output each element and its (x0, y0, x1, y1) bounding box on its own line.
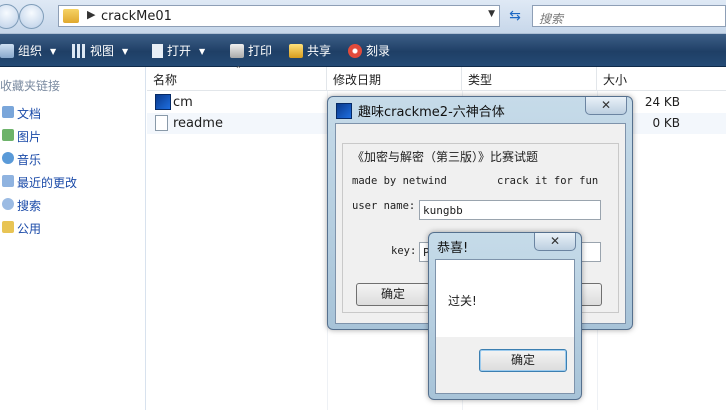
key-label: key: (391, 245, 417, 257)
search-placeholder: 搜索 (539, 12, 564, 26)
application-icon (155, 94, 171, 110)
views-icon (72, 44, 86, 58)
views-button[interactable]: 视图 ▼ (72, 42, 128, 59)
breadcrumb-chevron-icon: ▶ (87, 8, 96, 21)
user-name-input[interactable]: kungbb (419, 200, 601, 220)
chevron-down-icon: ▼ (199, 47, 206, 56)
close-button[interactable]: ✕ (534, 233, 576, 251)
message-text: 过关! (448, 294, 477, 308)
address-input[interactable]: ▶ crackMe01 ▼ (58, 5, 500, 27)
column-header-date[interactable]: 修改日期 (327, 67, 462, 91)
made-by-label: made by netwind (352, 175, 447, 187)
documents-icon (2, 106, 14, 118)
nav-item-recent[interactable]: 最近的更改 (0, 172, 140, 192)
folder-icon (63, 9, 79, 23)
chevron-down-icon[interactable]: ▼ (488, 9, 495, 19)
search-input[interactable]: 搜索 (532, 5, 726, 27)
command-bar: 组织 ▼ 视图 ▼ 打开 ▼ 打印 共享 刻录 (0, 34, 726, 67)
file-name: readme (173, 116, 223, 131)
contest-heading: 《加密与解密（第三版）》比赛试题 (352, 150, 539, 164)
text-document-icon (155, 115, 168, 131)
sort-ascending-icon: ⌃ (235, 65, 242, 74)
column-header-name[interactable]: ⌃ 名称 (147, 65, 327, 91)
pictures-icon (2, 129, 14, 141)
ok-button[interactable]: 确定 (356, 283, 430, 306)
nav-item-searches[interactable]: 搜索 (0, 195, 140, 215)
favorites-header: 收藏夹链接 (0, 79, 61, 93)
nav-item-pictures[interactable]: 图片 (0, 126, 140, 146)
forward-button[interactable] (19, 4, 44, 29)
search-icon (2, 198, 14, 210)
nav-item-music[interactable]: 音乐 (0, 149, 140, 169)
close-button[interactable]: ✕ (585, 97, 627, 115)
open-icon (152, 44, 163, 58)
nav-item-documents[interactable]: 文档 (0, 103, 140, 123)
window-title: 趣味crackme2-六神合体 (336, 101, 505, 120)
column-header-size[interactable]: 大小 (597, 67, 726, 91)
ok-button[interactable]: 确定 (479, 349, 567, 372)
navigation-pane: 收藏夹链接 文档 图片 音乐 最近的更改 搜索 公用 (0, 67, 146, 410)
share-button[interactable]: 共享 (289, 42, 331, 59)
message-area: 过关! (436, 260, 574, 337)
column-header-type[interactable]: 类型 (462, 67, 597, 91)
printer-icon (230, 44, 244, 58)
burn-disc-icon (348, 44, 362, 58)
breadcrumb-path[interactable]: crackMe01 (101, 9, 172, 24)
message-box-window: 恭喜! ✕ 过关! 确定 (428, 232, 582, 400)
file-name: cm (173, 95, 193, 110)
recent-changes-icon (2, 175, 14, 187)
message-box-title: 恭喜! (437, 241, 469, 256)
share-icon (289, 44, 303, 58)
open-button[interactable]: 打开 ▼ (152, 42, 205, 59)
application-icon (336, 103, 352, 119)
refresh-icon[interactable]: ⇆ (504, 6, 526, 26)
public-folder-icon (2, 221, 14, 233)
crack-it-label: crack it for fun (497, 175, 599, 187)
address-bar-region: ▶ crackMe01 ▼ ⇆ 搜索 (0, 0, 726, 34)
burn-button[interactable]: 刻录 (348, 42, 390, 59)
back-button[interactable] (0, 4, 19, 29)
file-size: 24 KB (644, 95, 680, 109)
user-name-label: user name: (352, 200, 416, 212)
chevron-down-icon: ▼ (122, 47, 129, 56)
chevron-down-icon: ▼ (50, 47, 57, 56)
organize-icon (0, 44, 14, 58)
organize-button[interactable]: 组织 ▼ (0, 42, 56, 59)
message-box-client: 过关! 确定 (435, 259, 575, 394)
music-icon (2, 152, 14, 164)
file-size: 0 KB (652, 116, 680, 130)
nav-item-public[interactable]: 公用 (0, 218, 140, 238)
print-button[interactable]: 打印 (230, 42, 272, 59)
